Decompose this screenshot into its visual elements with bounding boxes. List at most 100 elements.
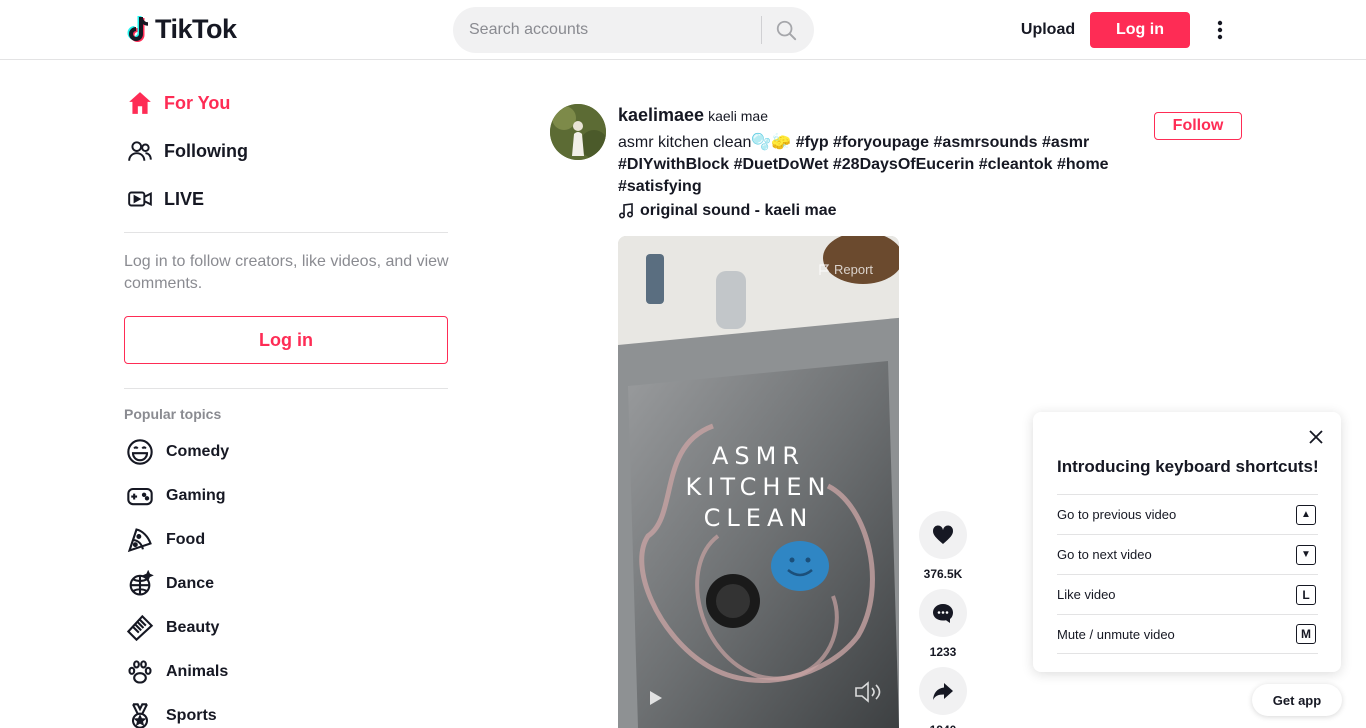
like-button[interactable] [919, 511, 967, 559]
close-button[interactable] [1305, 426, 1327, 448]
overlay-line: KITCHEN [685, 473, 832, 501]
hashtag-link[interactable]: #home [1057, 156, 1109, 173]
topic-beauty[interactable]: Beauty [124, 606, 448, 650]
music-note-icon [618, 203, 634, 219]
like-count: 376.5K [923, 567, 963, 581]
arrow-down-key-icon: ▼ [1296, 544, 1316, 565]
topic-gaming[interactable]: Gaming [124, 474, 448, 518]
medal-icon [124, 700, 156, 728]
report-button[interactable]: Report [818, 262, 873, 277]
l-key-icon: L [1296, 584, 1316, 605]
search-input[interactable] [469, 7, 759, 53]
keyboard-shortcuts-panel: Introducing keyboard shortcuts! Go to pr… [1033, 412, 1341, 672]
hashtag-link[interactable]: #DIYwithBlock [618, 156, 729, 173]
comment-count: 1233 [929, 645, 957, 659]
shortcut-label: Mute / unmute video [1057, 626, 1175, 642]
share-arrow-icon [933, 683, 953, 700]
login-prompt: Log in to follow creators, like videos, … [124, 253, 449, 292]
nav-label: For You [164, 92, 231, 113]
users-icon [124, 135, 156, 167]
sidebar-login-button[interactable]: Log in [124, 316, 448, 364]
sidebar-divider [124, 232, 448, 233]
comment-bubble-icon [933, 604, 953, 623]
comb-icon [124, 612, 156, 644]
hashtag-link[interactable]: #foryoupage [833, 134, 929, 151]
upload-button[interactable]: Upload [1014, 12, 1082, 48]
author-username[interactable]: kaelimaee [618, 105, 704, 126]
topic-label: Gaming [166, 487, 226, 504]
follow-button[interactable]: Follow [1154, 112, 1242, 140]
home-icon [124, 87, 156, 119]
comment-action: 1233 [919, 589, 967, 659]
topic-label: Comedy [166, 443, 230, 460]
post-caption: asmr kitchen clean🫧🧽 #fyp #foryoupage #a… [618, 132, 1118, 198]
topic-label: Sports [166, 707, 217, 724]
hashtag-link[interactable]: #28DaysOfEucerin [833, 156, 974, 173]
panel-title: Introducing keyboard shortcuts! [1057, 457, 1319, 476]
topic-sports[interactable]: Sports [124, 694, 448, 728]
arrow-up-key-icon: ▲ [1296, 504, 1316, 525]
share-count: 1940 [930, 723, 957, 728]
topic-comedy[interactable]: Comedy [124, 430, 448, 474]
hashtag-link[interactable]: #DuetDoWet [734, 156, 829, 173]
author-avatar[interactable] [550, 104, 606, 160]
nav-for-you[interactable]: For You [124, 83, 448, 123]
hashtag-link[interactable]: #asmrsounds [934, 134, 1038, 151]
header-login-button[interactable]: Log in [1090, 12, 1190, 48]
share-button[interactable] [919, 667, 967, 715]
author-info[interactable]: kaelimaee kaeli mae [618, 105, 768, 126]
nav-live[interactable]: LIVE [124, 179, 448, 219]
shortcut-label: Go to previous video [1057, 507, 1177, 522]
flag-icon [819, 263, 830, 275]
nav-label: Following [164, 140, 248, 161]
popular-topics-heading: Popular topics [124, 406, 222, 422]
overlay-line: ASMR [711, 442, 806, 470]
like-action: 376.5K [919, 511, 967, 581]
smile-icon [124, 436, 156, 468]
hashtag-link[interactable]: #satisfying [618, 178, 702, 195]
tiktok-logo[interactable]: TikTok [127, 14, 237, 45]
search-icon [776, 20, 797, 41]
search-divider [761, 16, 762, 44]
hashtag-link[interactable]: #asmr [1042, 134, 1089, 151]
shortcut-row: Like video L [1057, 574, 1318, 614]
topic-label: Animals [166, 663, 229, 680]
search-button[interactable] [771, 16, 801, 44]
shortcut-row: Go to previous video ▲ [1057, 494, 1318, 534]
get-app-button[interactable]: Get app [1252, 684, 1342, 716]
topic-food[interactable]: Food [124, 518, 448, 562]
logo-text: TikTok [155, 14, 237, 44]
paw-icon [124, 656, 156, 688]
topic-label: Food [166, 531, 206, 548]
sidebar-divider [124, 388, 448, 389]
topic-dance[interactable]: Dance [124, 562, 448, 606]
shortcut-row: Go to next video ▼ [1057, 534, 1318, 574]
author-nickname: kaeli mae [708, 108, 768, 124]
caption-text: asmr kitchen clean🫧🧽 [618, 134, 796, 151]
share-action: 1940 [919, 667, 967, 728]
m-key-icon: M [1296, 624, 1316, 644]
comment-button[interactable] [919, 589, 967, 637]
shortcut-row: Mute / unmute video M [1057, 614, 1318, 654]
gamepad-icon [124, 480, 156, 512]
shortcut-label: Like video [1057, 587, 1116, 602]
music-link[interactable]: original sound - kaeli mae [618, 202, 837, 220]
video-overlay-text: ASMR KITCHEN CLEAN [618, 441, 899, 534]
search-bar [453, 7, 814, 53]
topic-label: Beauty [166, 619, 220, 636]
nav-following[interactable]: Following [124, 131, 448, 171]
topic-animals[interactable]: Animals [124, 650, 448, 694]
live-icon [124, 183, 156, 215]
shortcut-label: Go to next video [1057, 547, 1152, 562]
hashtag-link[interactable]: #fyp [796, 134, 829, 151]
video-player[interactable]: Report ASMR KITCHEN CLEAN [618, 236, 899, 728]
music-title: original sound - kaeli mae [640, 202, 837, 219]
top-header: TikTok Upload Log in [0, 0, 1366, 60]
more-menu-button[interactable] [1206, 16, 1234, 44]
hashtag-link[interactable]: #cleantok [979, 156, 1053, 173]
report-label: Report [834, 262, 874, 277]
topic-label: Dance [166, 575, 215, 592]
pizza-icon [124, 524, 156, 556]
tiktok-note-icon [127, 15, 149, 42]
nav-label: LIVE [164, 188, 205, 209]
